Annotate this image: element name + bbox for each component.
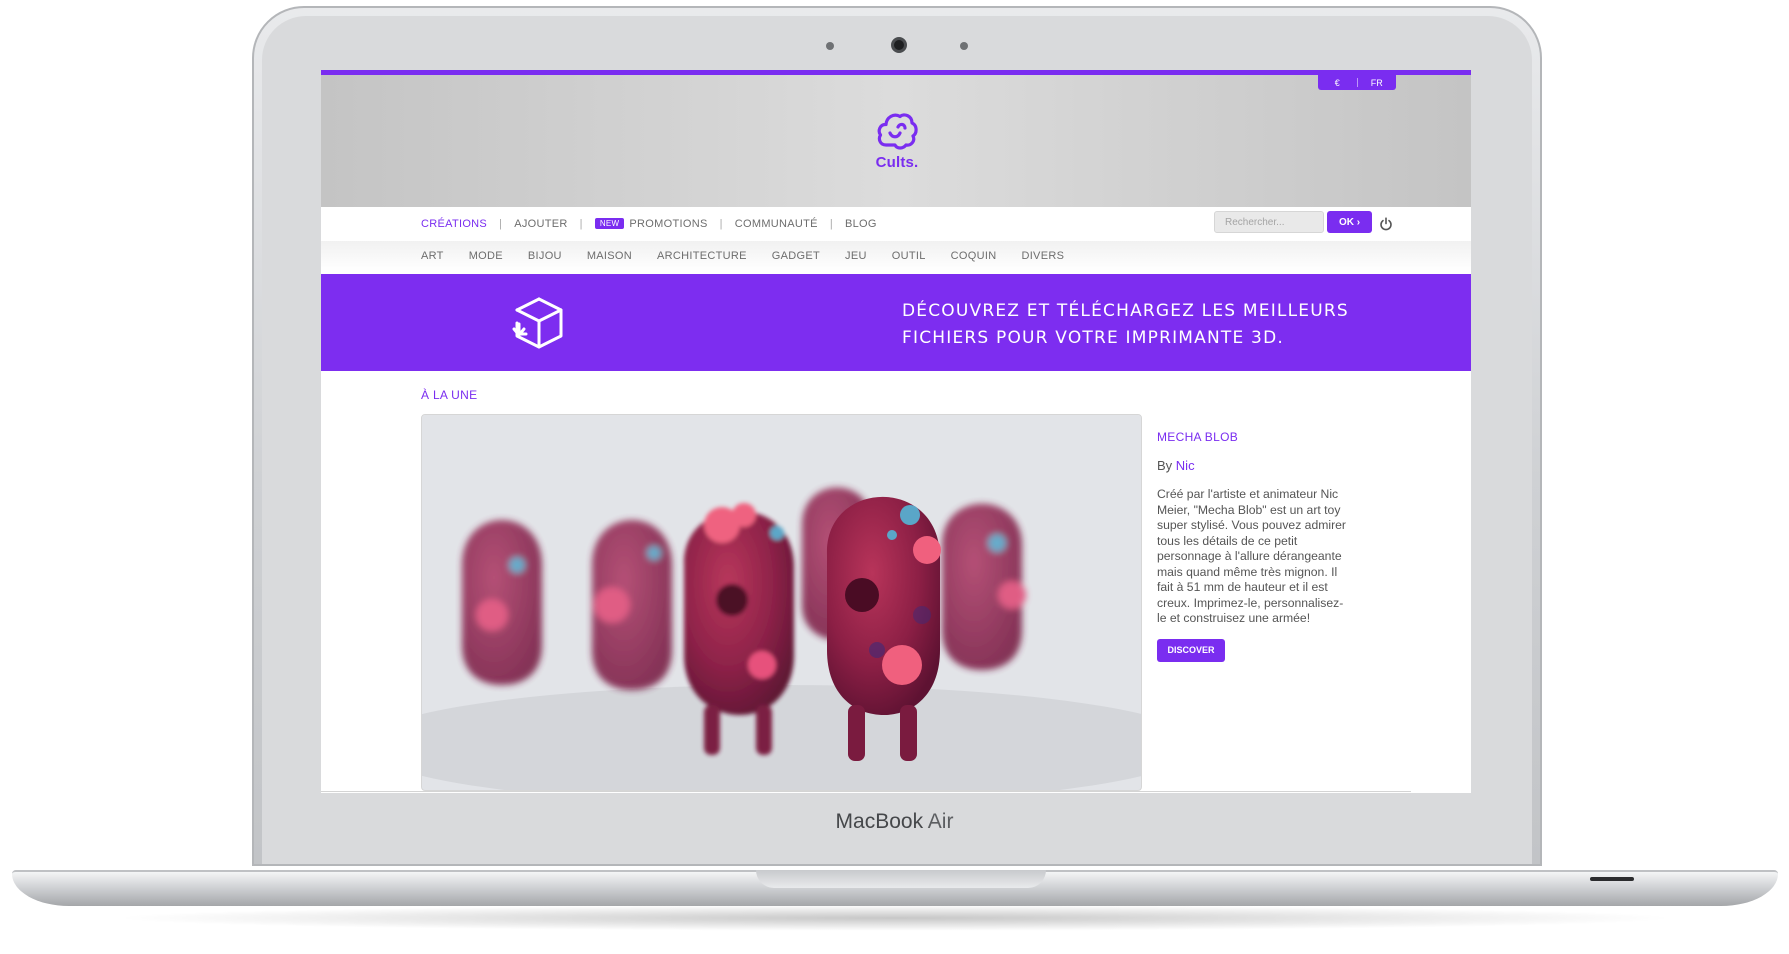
brand-name: MacBook (835, 810, 924, 833)
nav-item-communaute[interactable]: COMMUNAUTÉ (735, 218, 818, 230)
banner-line-1: DÉCOUVREZ ET TÉLÉCHARGEZ LES MEILLEURS (902, 301, 1349, 321)
laptop-opening-notch (756, 870, 1046, 888)
category-bijou[interactable]: BIJOU (528, 250, 562, 262)
category-gadget[interactable]: GADGET (772, 250, 820, 262)
laptop-brand-label: MacBook Air (0, 810, 1789, 834)
byline-label: By (1157, 458, 1173, 473)
category-outil[interactable]: OUTIL (892, 250, 926, 262)
search-ok-label: OK (1338, 216, 1354, 228)
category-maison[interactable]: MAISON (587, 250, 632, 262)
nav-item-creations[interactable]: CRÉATIONS (421, 218, 487, 230)
category-divers[interactable]: DIVERS (1021, 250, 1064, 262)
mecha-blob-figures-image (422, 415, 1141, 790)
category-jeu[interactable]: JEU (845, 250, 867, 262)
category-coquin[interactable]: COQUIN (951, 250, 997, 262)
nav-separator: | (719, 218, 723, 230)
hero-banner: DÉCOUVREZ ET TÉLÉCHARGEZ LES MEILLEURS F… (321, 274, 1471, 371)
laptop-shadow (110, 905, 1680, 931)
nav-separator: | (579, 218, 583, 230)
nav-item-promotions[interactable]: NEW PROMOTIONS (594, 218, 708, 230)
nav-item-blog[interactable]: BLOG (845, 218, 877, 230)
featured-section-title: À LA UNE (421, 388, 478, 402)
site-header: € FR Cults. (321, 75, 1471, 207)
chevron-right-icon: › (1356, 216, 1361, 228)
new-badge: NEW (594, 218, 625, 229)
logo-wordmark: Cults. (875, 154, 919, 171)
content-divider (321, 791, 1411, 792)
featured-byline: By Nic (1157, 458, 1347, 473)
nav-separator: | (829, 218, 833, 230)
language-selector[interactable]: FR (1358, 78, 1397, 88)
discover-button[interactable]: DISCOVER (1157, 638, 1225, 662)
download-box-icon (512, 297, 563, 349)
banner-line-2: FICHIERS POUR VOTRE IMPRIMANTE 3D. (902, 328, 1284, 348)
site-logo[interactable]: Cults. (871, 111, 923, 181)
search-ok-button[interactable]: OK › (1327, 211, 1372, 233)
laptop-screen: € FR Cults. CRÉATIONS | AJOUTER | NEW PRO… (321, 70, 1471, 793)
category-architecture[interactable]: ARCHITECTURE (657, 250, 747, 262)
laptop-port (1590, 877, 1634, 881)
ambient-sensor (826, 42, 834, 50)
nav-item-ajouter[interactable]: AJOUTER (514, 218, 567, 230)
featured-title[interactable]: MECHA BLOB (1157, 430, 1347, 444)
featured-image[interactable] (421, 414, 1142, 791)
category-mode[interactable]: MODE (469, 250, 503, 262)
model-name: Air (927, 810, 954, 833)
cloud-logo-icon (877, 113, 918, 150)
category-art[interactable]: ART (421, 250, 444, 262)
featured-details: MECHA BLOB By Nic Créé par l'artiste et … (1157, 430, 1347, 662)
nav-item-promotions-label: PROMOTIONS (629, 218, 708, 230)
indicator-light (960, 42, 968, 50)
camera-icon (891, 37, 907, 53)
locale-switcher: € FR (1318, 75, 1396, 90)
search-input[interactable] (1214, 211, 1324, 233)
category-nav: ART MODE BIJOU MAISON ARCHITECTURE GADGE… (321, 241, 1471, 271)
search-bar: OK › (1214, 211, 1372, 233)
currency-selector[interactable]: € (1318, 78, 1357, 88)
banner-headline: DÉCOUVREZ ET TÉLÉCHARGEZ LES MEILLEURS F… (902, 298, 1382, 352)
featured-description: Créé par l'artiste et animateur Nic Meie… (1157, 487, 1346, 625)
nav-separator: | (499, 218, 503, 230)
author-link[interactable]: Nic (1176, 458, 1195, 473)
power-icon[interactable] (1379, 217, 1393, 231)
